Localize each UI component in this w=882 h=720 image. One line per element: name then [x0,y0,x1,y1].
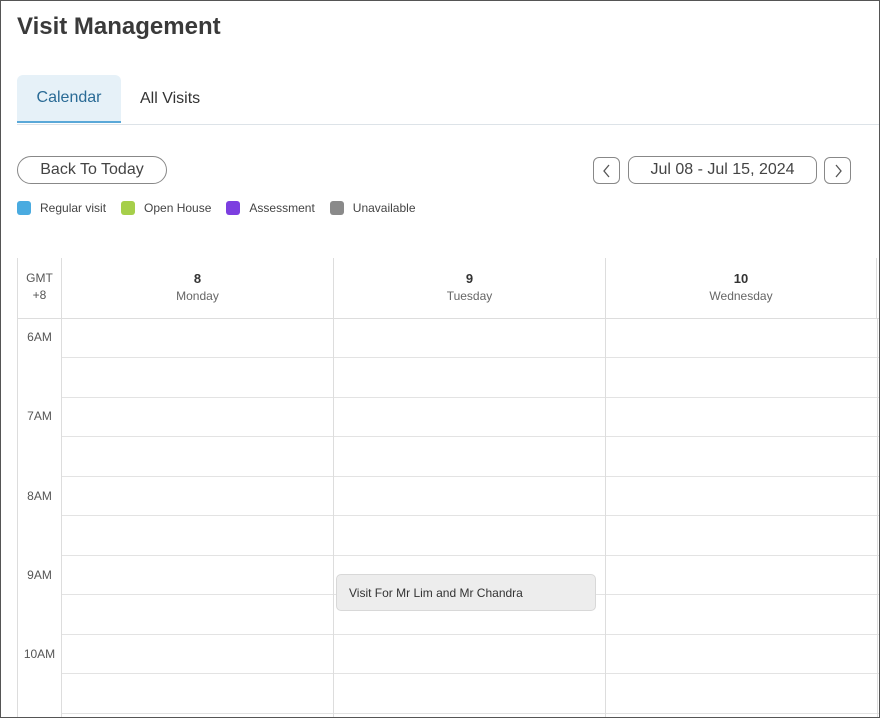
next-week-button[interactable] [824,157,851,184]
grid-line [61,397,879,398]
date-range-display[interactable]: Jul 08 - Jul 15, 2024 [628,156,817,184]
day-name: Tuesday [446,289,493,303]
calendar-event[interactable]: Visit For Mr Lim and Mr Chandra [336,574,596,611]
day-header-tuesday: 9 Tuesday [333,258,605,318]
grid-line [61,515,879,516]
column-divider [333,318,334,717]
tab-bar: Calendar All Visits [17,75,879,125]
day-header-monday: 8 Monday [61,258,333,318]
legend-swatch [226,201,241,215]
legend-label: Unavailable [352,201,416,215]
week-calendar: GMT +8 8 Monday 9 Tuesday 10 Wednesday 6… [17,258,879,717]
day-header-wednesday: 10 Wednesday [605,258,877,318]
back-to-today-button[interactable]: Back To Today [17,156,167,184]
tab-calendar[interactable]: Calendar [17,75,121,123]
chevron-left-icon [602,164,609,177]
timezone-label: GMT +8 [18,270,61,304]
legend-label: Regular visit [40,201,107,215]
time-label-7am: 7AM [27,409,52,423]
time-label-6am: 6AM [27,330,52,344]
grid-line [61,555,879,556]
legend-swatch [17,201,31,215]
grid-line [61,357,879,358]
page-title: Visit Management [17,13,221,40]
day-number: 9 [465,271,474,286]
timezone-label-line2: +8 [32,288,47,302]
day-name: Monday [176,289,219,303]
grid-line [61,436,879,437]
grid-line [61,673,879,674]
prev-week-button[interactable] [593,157,620,184]
tab-all-visits[interactable]: All Visits [121,75,219,123]
grid-line [61,634,879,635]
calendar-header: GMT +8 8 Monday 9 Tuesday 10 Wednesday [18,258,879,319]
legend-label: Open House [144,201,212,215]
time-label-9am: 9AM [27,568,52,582]
day-name: Wednesday [709,289,773,303]
legend-item-unavailable: Unavailable [329,201,416,215]
day-number: 10 [733,271,749,286]
time-label-10am: 10AM [23,647,56,661]
legend-item-regular-visit: Regular visit [17,201,106,215]
legend-item-open-house: Open House [121,201,211,215]
column-divider [877,318,878,717]
legend-swatch [329,201,344,215]
legend-item-assessment: Assessment [226,201,315,215]
grid-line [61,476,879,477]
column-divider [61,318,62,717]
chevron-right-icon [835,164,842,177]
legend-swatch [121,201,136,215]
grid-line [61,713,879,714]
day-number: 8 [193,271,202,286]
column-divider [605,318,606,717]
app-window: Visit Management Calendar All Visits Bac… [0,0,880,718]
legend-label: Assessment [249,201,315,215]
time-label-8am: 8AM [27,489,52,503]
timezone-label-line1: GMT [26,271,53,285]
legend: Regular visit Open House Assessment Unav… [17,201,431,215]
